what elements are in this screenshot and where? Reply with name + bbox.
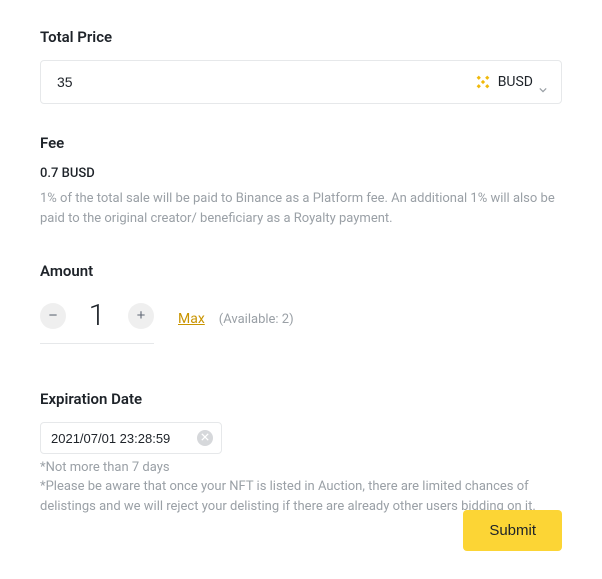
currency-selector[interactable]: BUSD <box>474 73 547 91</box>
close-icon <box>201 433 209 444</box>
amount-value: 1 <box>80 298 114 333</box>
max-link[interactable]: Max <box>178 311 205 327</box>
expiration-label: Expiration Date <box>40 390 562 408</box>
chevron-down-icon <box>539 78 547 86</box>
clear-date-button[interactable] <box>197 430 213 446</box>
submit-button[interactable]: Submit <box>463 510 562 551</box>
quantity-stepper: − 1 + <box>40 294 154 344</box>
decrement-button[interactable]: − <box>40 303 66 329</box>
available-text: (Available: 2) <box>219 312 294 327</box>
currency-label: BUSD <box>498 74 533 90</box>
total-price-input[interactable] <box>55 73 474 91</box>
fee-label: Fee <box>40 134 562 152</box>
expiration-field <box>40 422 222 454</box>
total-price-field: BUSD <box>40 60 562 104</box>
fee-description: 1% of the total sale will be paid to Bin… <box>40 189 562 228</box>
expiration-input[interactable] <box>49 430 189 447</box>
fee-value: 0.7 BUSD <box>40 166 562 181</box>
increment-button[interactable]: + <box>128 303 154 329</box>
busd-icon <box>474 73 492 91</box>
total-price-label: Total Price <box>40 28 562 46</box>
expiration-note-limit: *Not more than 7 days <box>40 460 562 475</box>
amount-label: Amount <box>40 262 562 280</box>
